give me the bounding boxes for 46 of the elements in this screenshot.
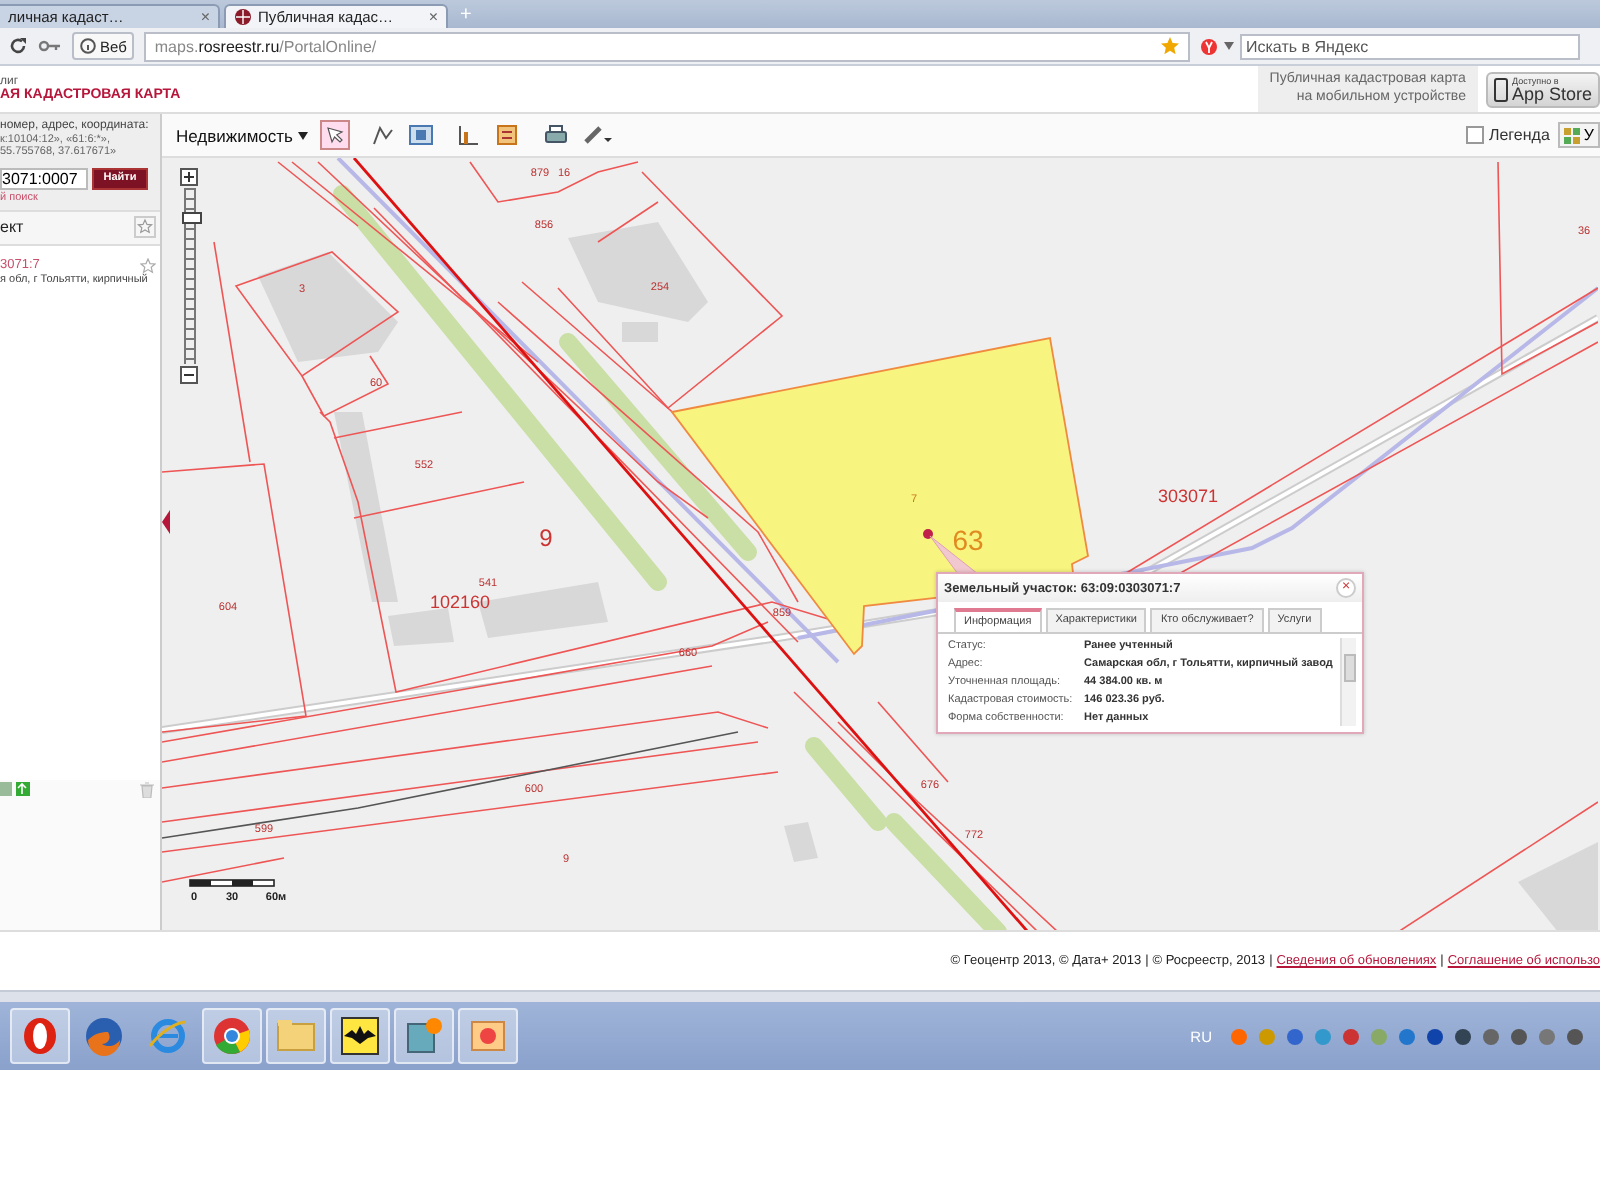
caret-icon <box>298 131 309 139</box>
fox-globe-icon <box>82 1014 126 1058</box>
star-icon[interactable] <box>134 216 156 238</box>
scrollbar[interactable] <box>1340 638 1356 726</box>
legend-label: Легенда <box>1488 126 1550 144</box>
scale-bar <box>189 879 275 887</box>
legend-checkbox[interactable] <box>1466 126 1485 144</box>
caret-icon <box>1224 42 1234 50</box>
zoom-out-icon[interactable] <box>180 366 198 384</box>
circle-logo-icon <box>210 1014 254 1058</box>
star-icon[interactable] <box>1160 36 1180 56</box>
layers-tool-icon[interactable] <box>492 120 523 150</box>
location-marker <box>923 529 933 539</box>
letter-o-icon <box>18 1014 62 1058</box>
address-field[interactable]: maps.rosreestr.ru/PortalOnline/ <box>144 31 1190 61</box>
close-tab-button[interactable]: × <box>200 8 210 26</box>
letter-e-icon <box>146 1014 190 1058</box>
results-title: ект <box>0 218 24 236</box>
trash-icon[interactable] <box>140 781 154 797</box>
grid-icon <box>1563 127 1580 143</box>
select-tool-icon[interactable] <box>320 120 351 150</box>
search-engine-icon <box>1200 37 1218 55</box>
star-icon[interactable] <box>140 257 156 273</box>
collapse-arrow-icon[interactable] <box>162 510 170 534</box>
close-tab-button[interactable]: × <box>428 8 438 26</box>
map-label: 9 <box>539 524 553 552</box>
phone-icon <box>1493 77 1508 101</box>
url-text: maps.rosreestr.ru/PortalOnline/ <box>154 37 377 55</box>
map-label: 303071 <box>1157 486 1219 506</box>
picture-icon <box>402 1014 446 1058</box>
taskbar-button[interactable] <box>330 1008 390 1064</box>
map-label: 63 <box>952 524 984 556</box>
map-label: 102160 <box>429 592 491 612</box>
globe-icon <box>234 8 252 26</box>
search-input[interactable]: 3071:0007 <box>0 167 88 189</box>
key-icon[interactable] <box>38 36 62 56</box>
export-icon[interactable] <box>0 780 32 798</box>
search-field[interactable]: Искать в Яндекс <box>1240 33 1580 59</box>
reload-icon[interactable] <box>8 36 28 56</box>
bat-icon <box>338 1014 382 1058</box>
map-tool-icon[interactable] <box>406 120 437 150</box>
info-icon <box>80 38 96 54</box>
toolbar-button[interactable]: У <box>1557 122 1600 148</box>
layer-dropdown[interactable]: Недвижимость <box>172 123 313 147</box>
zoom-in-icon[interactable] <box>180 168 198 186</box>
measure-tool-icon[interactable] <box>368 120 399 150</box>
